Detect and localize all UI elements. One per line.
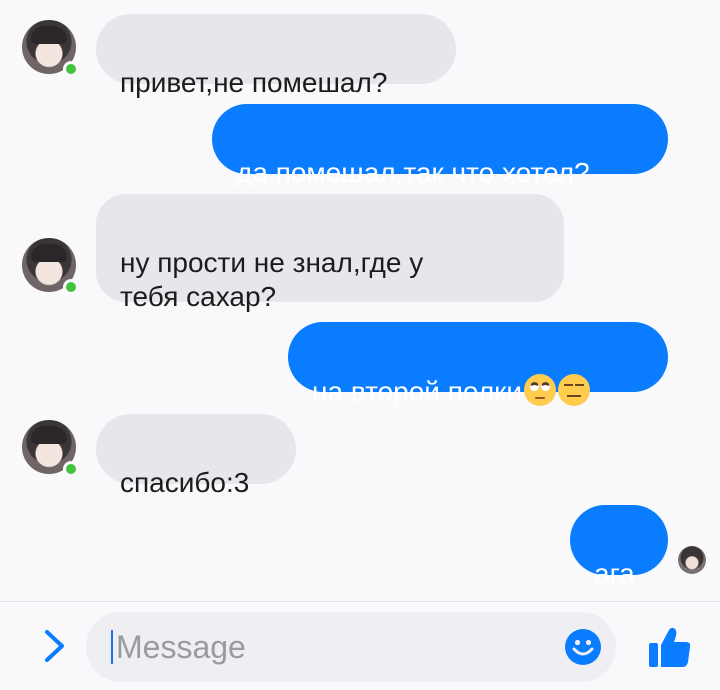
- online-status-icon: [63, 461, 79, 477]
- contact-avatar[interactable]: [22, 420, 79, 477]
- message-bubble[interactable]: привет,не помешал?: [96, 14, 456, 98]
- online-status-icon: [63, 279, 79, 295]
- message-text: ну прости не знал,где у тебя сахар?: [120, 247, 424, 312]
- message-bubble[interactable]: спасибо:3: [96, 414, 296, 498]
- message-input[interactable]: [114, 626, 538, 668]
- contact-avatar[interactable]: [22, 238, 79, 295]
- message-bubble[interactable]: да помешал,так что хотел?: [212, 104, 668, 188]
- avatar-hair-shape: [31, 26, 67, 44]
- contact-avatar[interactable]: [22, 20, 79, 77]
- online-status-icon: [63, 61, 79, 77]
- avatar-hair-shape: [31, 426, 67, 444]
- text-cursor: [111, 630, 113, 664]
- message-text: спасибо:3: [120, 467, 250, 498]
- expressionless-face-icon: [558, 374, 591, 406]
- thumbs-up-icon[interactable]: [648, 626, 692, 668]
- avatar-hair-shape: [31, 244, 67, 262]
- message-input-container[interactable]: [86, 612, 616, 682]
- message-text: на второй полки: [312, 376, 523, 407]
- face-with-rolling-eyes-icon: [524, 374, 557, 406]
- seen-receipt-avatar: [678, 546, 706, 574]
- message-text: привет,не помешал?: [120, 67, 388, 98]
- message-bubble[interactable]: на второй полки: [288, 322, 668, 407]
- chevron-right-icon[interactable]: [40, 628, 70, 664]
- message-thread: привет,не помешал? да помешал,так что хо…: [0, 0, 720, 600]
- message-text: да помешал,так что хотел?: [236, 157, 590, 188]
- message-bubble[interactable]: ну прости не знал,где у тебя сахар?: [96, 194, 564, 312]
- message-bubble[interactable]: ага: [570, 505, 668, 589]
- message-text: ага: [594, 558, 635, 589]
- smiley-icon[interactable]: [565, 629, 601, 665]
